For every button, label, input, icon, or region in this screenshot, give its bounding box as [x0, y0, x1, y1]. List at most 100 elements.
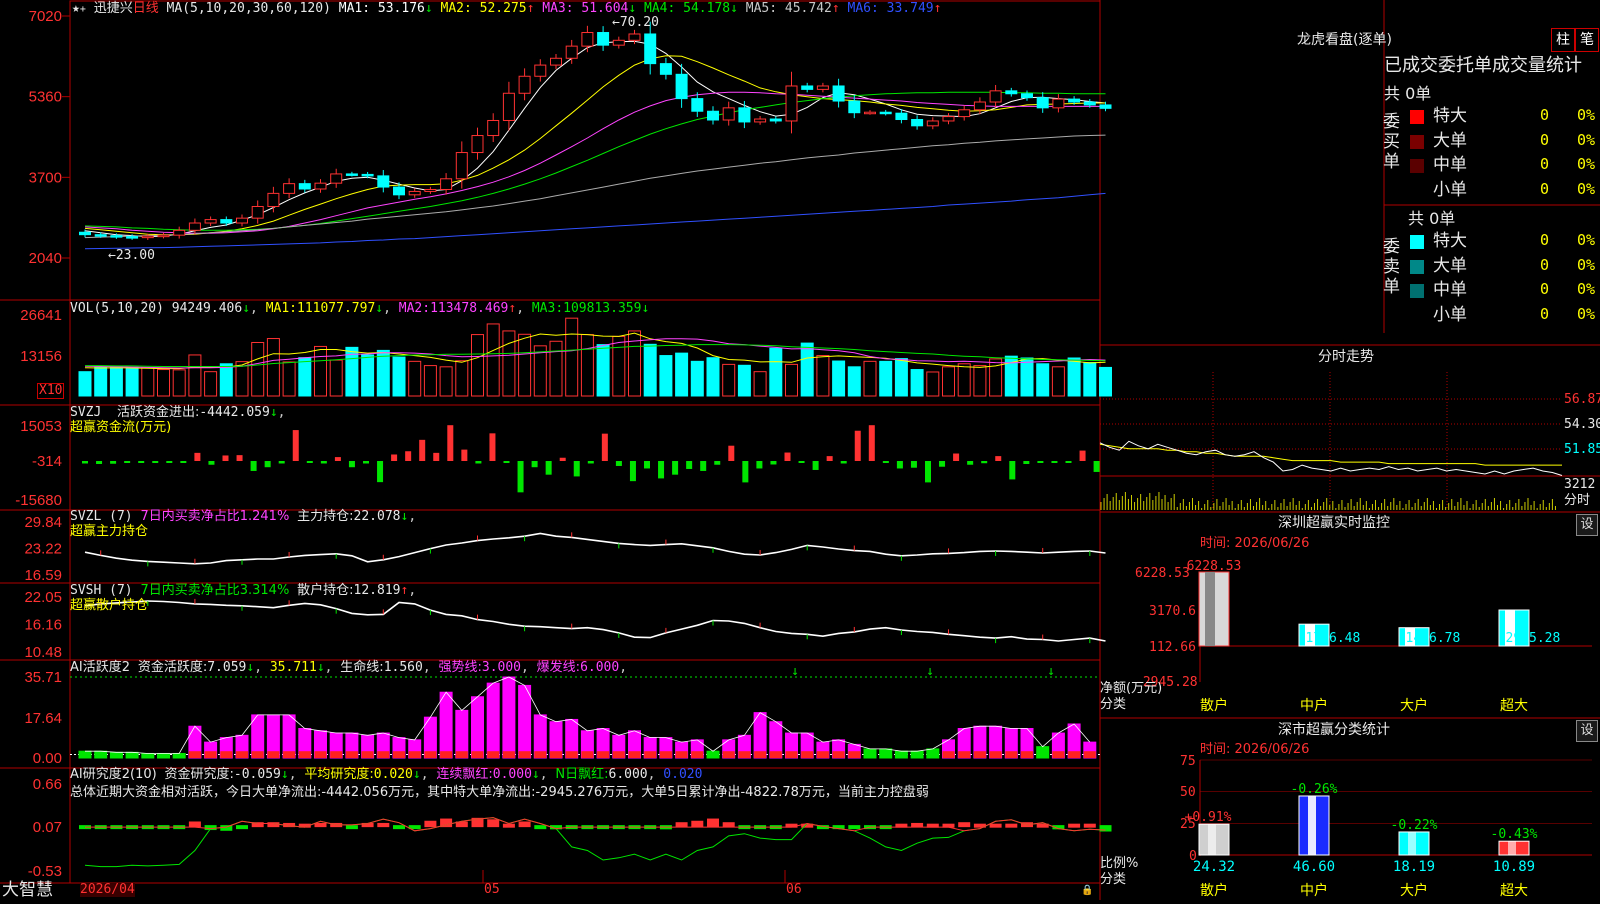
brand-logo[interactable]: 大智慧: [2, 881, 53, 899]
ai-active-base: [659, 751, 672, 758]
volume-header: VOL(5,10,20) 94249.406↓, MA1:111077.797↓…: [70, 301, 650, 316]
tab-tick[interactable]: 笔: [1575, 28, 1599, 52]
volume-bar: [157, 369, 170, 397]
candle-body: [408, 190, 421, 196]
candle-body: [973, 101, 986, 111]
ai-active-bar: [894, 750, 908, 759]
svzj-tick-2: -15680: [15, 492, 62, 509]
svzj-bar: [489, 433, 496, 461]
svsh-line: [84, 600, 1106, 642]
candle-body: [754, 118, 767, 123]
svzj-bar: [812, 461, 819, 470]
ai-active-bar: [706, 750, 720, 759]
sell-row-count-3: 0: [1540, 304, 1550, 323]
ai-research-bar: [393, 825, 405, 830]
volume-bar: [125, 366, 139, 397]
period-label[interactable]: 日线: [133, 1, 159, 16]
candle-body: [550, 57, 562, 66]
ai-active-bar: [879, 748, 893, 759]
volume-bar: [455, 360, 469, 397]
candle-body: [801, 85, 814, 90]
volume-bar: [722, 363, 736, 397]
svzj-bar: [728, 445, 735, 461]
plus-icon[interactable]: +: [80, 4, 86, 15]
lock-icon[interactable]: 🔒: [1081, 884, 1093, 898]
svzj-bar: [896, 461, 903, 469]
candle-body: [502, 92, 515, 121]
burst-arrow-1: ↓: [926, 664, 934, 679]
volume-bar: [879, 360, 893, 397]
intraday-tick-3: 51.85: [1564, 442, 1600, 457]
buy-swatch-0: [1410, 110, 1424, 124]
stock-name[interactable]: 迅捷兴: [94, 1, 133, 16]
svzj-bar: [363, 461, 369, 464]
svzj-bar: [658, 461, 665, 479]
svzj-bar: [334, 457, 341, 461]
volume-bar: [141, 367, 155, 397]
svzj-bar: [559, 457, 566, 461]
sell-row-label-3: 小单: [1433, 304, 1467, 325]
volume-bar: [471, 334, 484, 397]
volume-bar: [361, 354, 375, 397]
svzj-bar: [953, 453, 960, 461]
intraday-vol-tick: 3212: [1564, 477, 1596, 492]
monitor-settings-button[interactable]: 设: [1576, 514, 1598, 536]
ai-active-base: [424, 751, 437, 758]
sell-total: 共 0单: [1408, 209, 1456, 228]
classify-value-3: 10.89: [1493, 859, 1535, 875]
ai-active-base: [848, 751, 861, 758]
monitor-x-label: 分类: [1100, 697, 1127, 712]
svzj-bar: [377, 461, 384, 483]
ai-active-bar: [141, 752, 155, 759]
sell-row-pct-1: 0%: [1577, 255, 1596, 274]
candle-body: [816, 85, 829, 90]
volume-bar: [973, 365, 987, 397]
svzj-subtitle: 超赢资金流(万元): [70, 420, 172, 435]
volume-bar: [580, 334, 594, 397]
ai-active-base: [377, 751, 390, 758]
ai-active-bar: [486, 682, 500, 759]
star-icon[interactable]: ★: [72, 1, 80, 16]
candle-body: [597, 32, 610, 46]
order-stats-title: 已成交委托单成交量统计: [1384, 55, 1582, 76]
price-header: ★+ 迅捷兴日线 MA(5,10,20,30,60,120) MA1: 53.1…: [72, 2, 941, 17]
volume-bar: [926, 371, 940, 397]
ai-research-bar: [236, 825, 248, 830]
candle-body: [283, 183, 296, 194]
tab-bar[interactable]: 柱: [1551, 28, 1575, 52]
burst-arrow-2: ↓: [1047, 664, 1055, 679]
volume-bar: [423, 365, 437, 397]
volume-bar: [204, 371, 218, 397]
ai-active-base: [675, 751, 688, 758]
buy-row-pct-3: 0%: [1577, 179, 1596, 198]
svzj-bar: [306, 461, 313, 463]
svzj-bar: [503, 461, 510, 463]
classify-value-2: 18.19: [1393, 859, 1435, 875]
buy-row-count-2: 0: [1540, 155, 1550, 173]
volume-bar: [910, 369, 924, 397]
sell-row-pct-3: 0%: [1577, 304, 1596, 323]
svzj-tick-0: 15053: [20, 418, 62, 435]
volume-bar: [439, 366, 453, 397]
candle-body: [393, 186, 405, 196]
volume-bar: [894, 358, 908, 397]
classify-tick-25: 25: [1180, 817, 1196, 832]
ma-line-ma4: [84, 91, 1106, 231]
candle-body: [612, 39, 625, 46]
candle-body: [188, 222, 201, 231]
ai-active-base: [832, 751, 845, 758]
sell-row-label-2: 中单: [1433, 280, 1467, 300]
volume-multiplier[interactable]: X10: [37, 383, 65, 399]
volume-bar: [314, 345, 327, 397]
classify-y-label: 比例%: [1100, 856, 1139, 871]
ai-active-bar: [157, 752, 170, 759]
svzj-bar: [110, 461, 117, 464]
ai-active-base: [1021, 751, 1033, 758]
classify-value-1: 46.60: [1293, 859, 1335, 875]
ai-active-base: [471, 751, 484, 758]
ai-active-header: AI活跃度2 资金活跃度:7.059↓, 35.711↓, 生命线:1.560,…: [70, 660, 628, 675]
volume-bar: [408, 360, 422, 397]
monitor-bar-value-3: -2945.28: [1498, 631, 1561, 646]
classify-settings-button[interactable]: 设: [1576, 720, 1598, 742]
ai-research-tick-0: 0.66: [33, 776, 62, 793]
